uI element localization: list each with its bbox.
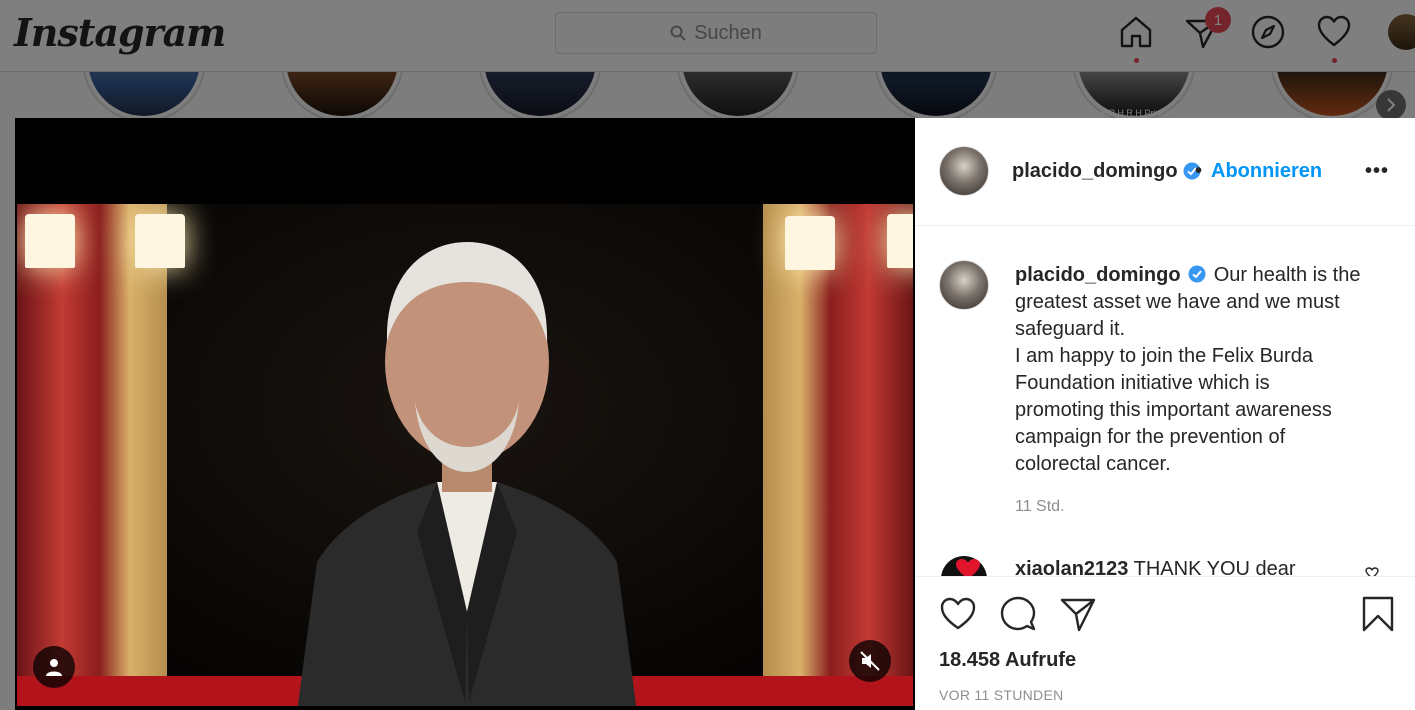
lamp xyxy=(135,214,185,268)
more-options-button[interactable]: ••• xyxy=(1365,160,1389,183)
comment-row: xiaolan2123 THANK YOU dear xyxy=(915,554,1415,576)
modal-backdrop-left[interactable] xyxy=(0,118,15,710)
author-username[interactable]: placido_domingo xyxy=(1012,160,1178,183)
post-caption: placido_domingo Our health is the greate… xyxy=(1015,262,1385,478)
comment-body: THANK YOU dear xyxy=(1133,558,1296,576)
mute-toggle-button[interactable] xyxy=(849,640,891,682)
caption-username[interactable]: placido_domingo xyxy=(1015,264,1181,286)
muted-speaker-icon xyxy=(860,651,880,671)
verified-badge-icon xyxy=(1188,265,1206,283)
lamp xyxy=(785,216,835,270)
curtain-left xyxy=(17,204,167,706)
video-frame xyxy=(17,204,913,706)
speaker-figure xyxy=(297,242,637,706)
author-avatar[interactable] xyxy=(939,146,989,196)
caption-line: promoting this important awareness xyxy=(1015,399,1332,421)
caption-line: I am happy to join the Felix Burda xyxy=(1015,345,1313,367)
commenter-avatar[interactable] xyxy=(941,556,987,576)
post-header: placido_domingo • Abonnieren ••• xyxy=(915,118,1415,226)
caption-author-avatar[interactable] xyxy=(939,260,989,310)
caption-line: Our health is the xyxy=(1213,264,1361,286)
tagged-users-button[interactable] xyxy=(33,646,75,688)
lamp xyxy=(887,214,913,268)
post-actions: 18.458 Aufrufe VOR 11 STUNDEN xyxy=(915,576,1415,710)
caption-line: Foundation initiative which is xyxy=(1015,372,1270,394)
caption-line: safeguard it. xyxy=(1015,318,1126,340)
caption-line: greatest asset we have and we must xyxy=(1015,291,1340,313)
share-send-icon[interactable] xyxy=(1059,595,1097,633)
follow-button[interactable]: Abonnieren xyxy=(1211,160,1322,183)
post-side-panel: placido_domingo • Abonnieren ••• placido… xyxy=(915,118,1415,710)
commenter-username[interactable]: xiaolan2123 xyxy=(1015,558,1128,576)
heart-icon xyxy=(956,559,980,576)
comment-like-icon[interactable] xyxy=(1365,566,1379,576)
post-timestamp[interactable]: VOR 11 STUNDEN xyxy=(939,687,1064,703)
caption-time[interactable]: 11 Std. xyxy=(1015,498,1065,516)
modal-backdrop[interactable] xyxy=(0,0,1415,118)
save-bookmark-icon[interactable] xyxy=(1359,595,1397,633)
lamp xyxy=(25,214,75,268)
comment-text: xiaolan2123 THANK YOU dear xyxy=(1015,558,1296,576)
comment-bubble-icon[interactable] xyxy=(999,595,1037,633)
post-video-player[interactable] xyxy=(15,118,915,710)
separator-dot: • xyxy=(1195,160,1203,182)
user-icon xyxy=(46,659,62,676)
view-count[interactable]: 18.458 Aufrufe xyxy=(939,649,1076,672)
like-heart-icon[interactable] xyxy=(939,595,977,633)
curtain-right xyxy=(763,204,913,706)
caption-line: campaign for the prevention of xyxy=(1015,426,1286,448)
caption-line: colorectal cancer. xyxy=(1015,453,1171,475)
